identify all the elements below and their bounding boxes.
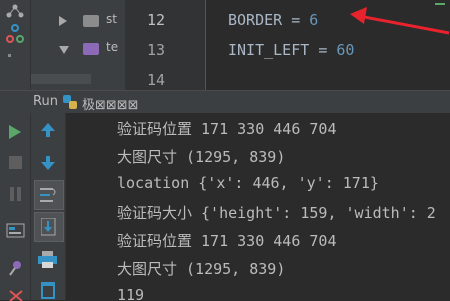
run-toolbar-primary [0,113,31,301]
console-line: 119 [117,286,145,300]
tree-item-label: st [106,12,117,26]
left-tool-strip [0,0,31,90]
run-panel-header: Run 极⊠⊠⊠⊠ [0,90,450,114]
console-line: 大图尺寸 (1295, 839) [117,260,286,278]
strip-divider-dot [8,54,11,57]
package-folder-icon [83,43,99,55]
expand-arrow-icon[interactable] [59,16,67,26]
console-line: 验证码大小 {'height': 159, 'width': 2 [117,204,436,222]
print-icon[interactable] [38,251,58,269]
run-tab-label[interactable]: Run [33,94,58,109]
rerun-play-icon[interactable] [8,124,22,140]
line-number-gutter: 12 13 14 [125,0,205,90]
console-line: 验证码位置 171 330 446 704 [117,232,337,250]
line-number: 14 [146,71,165,89]
clear-all-trash-icon[interactable] [39,281,57,299]
run-toolbar-secondary [31,113,66,300]
annotation-arrow-icon [350,7,450,35]
python-icon [63,95,77,109]
restore-layout-icon[interactable] [6,223,26,239]
project-tree[interactable]: st te [31,0,125,90]
constant-name: BORDER [228,11,283,29]
code-line-12[interactable]: BORDER = 6 [228,11,318,29]
tree-top-edge [31,0,125,4]
scroll-up-icon[interactable] [40,122,56,138]
run-config-name[interactable]: 极⊠⊠⊠⊠ [82,94,139,113]
tree-item-st[interactable]: st [31,11,125,31]
number-literal: 6 [309,11,319,29]
soft-wrap-toggle[interactable] [34,180,64,210]
collapse-arrow-icon[interactable] [59,46,69,54]
hierarchy-icon[interactable] [6,24,24,44]
line-number: 13 [146,41,165,59]
scroll-to-end-toggle[interactable] [34,212,64,242]
line-number: 12 [146,11,165,29]
console-line: 验证码位置 171 330 446 704 [117,120,337,138]
structure-icon[interactable] [6,4,24,18]
console-output[interactable]: 验证码位置 171 330 446 704 大图尺寸 (1295, 839) l… [66,113,450,300]
assign-operator: = [318,41,328,59]
soft-wrap-icon [40,188,56,202]
pin-tab-icon[interactable] [7,259,25,277]
console-line: 大图尺寸 (1295, 839) [117,148,286,166]
pause-icon[interactable] [9,187,23,201]
scroll-to-end-icon [41,218,56,236]
folder-icon [83,15,99,27]
code-line-13[interactable]: INIT_LEFT = 60 [228,41,354,59]
assign-operator: = [291,11,301,29]
tree-item-label: te [106,40,119,54]
constant-name: INIT_LEFT [228,41,310,59]
console-line: location {'x': 446, 'y': 171} [117,174,379,192]
close-run-icon[interactable] [7,289,25,301]
tree-item-te[interactable]: te [31,39,125,59]
stop-icon[interactable] [9,156,22,169]
tree-scrollbar[interactable] [31,74,91,84]
scroll-down-icon[interactable] [40,155,56,171]
